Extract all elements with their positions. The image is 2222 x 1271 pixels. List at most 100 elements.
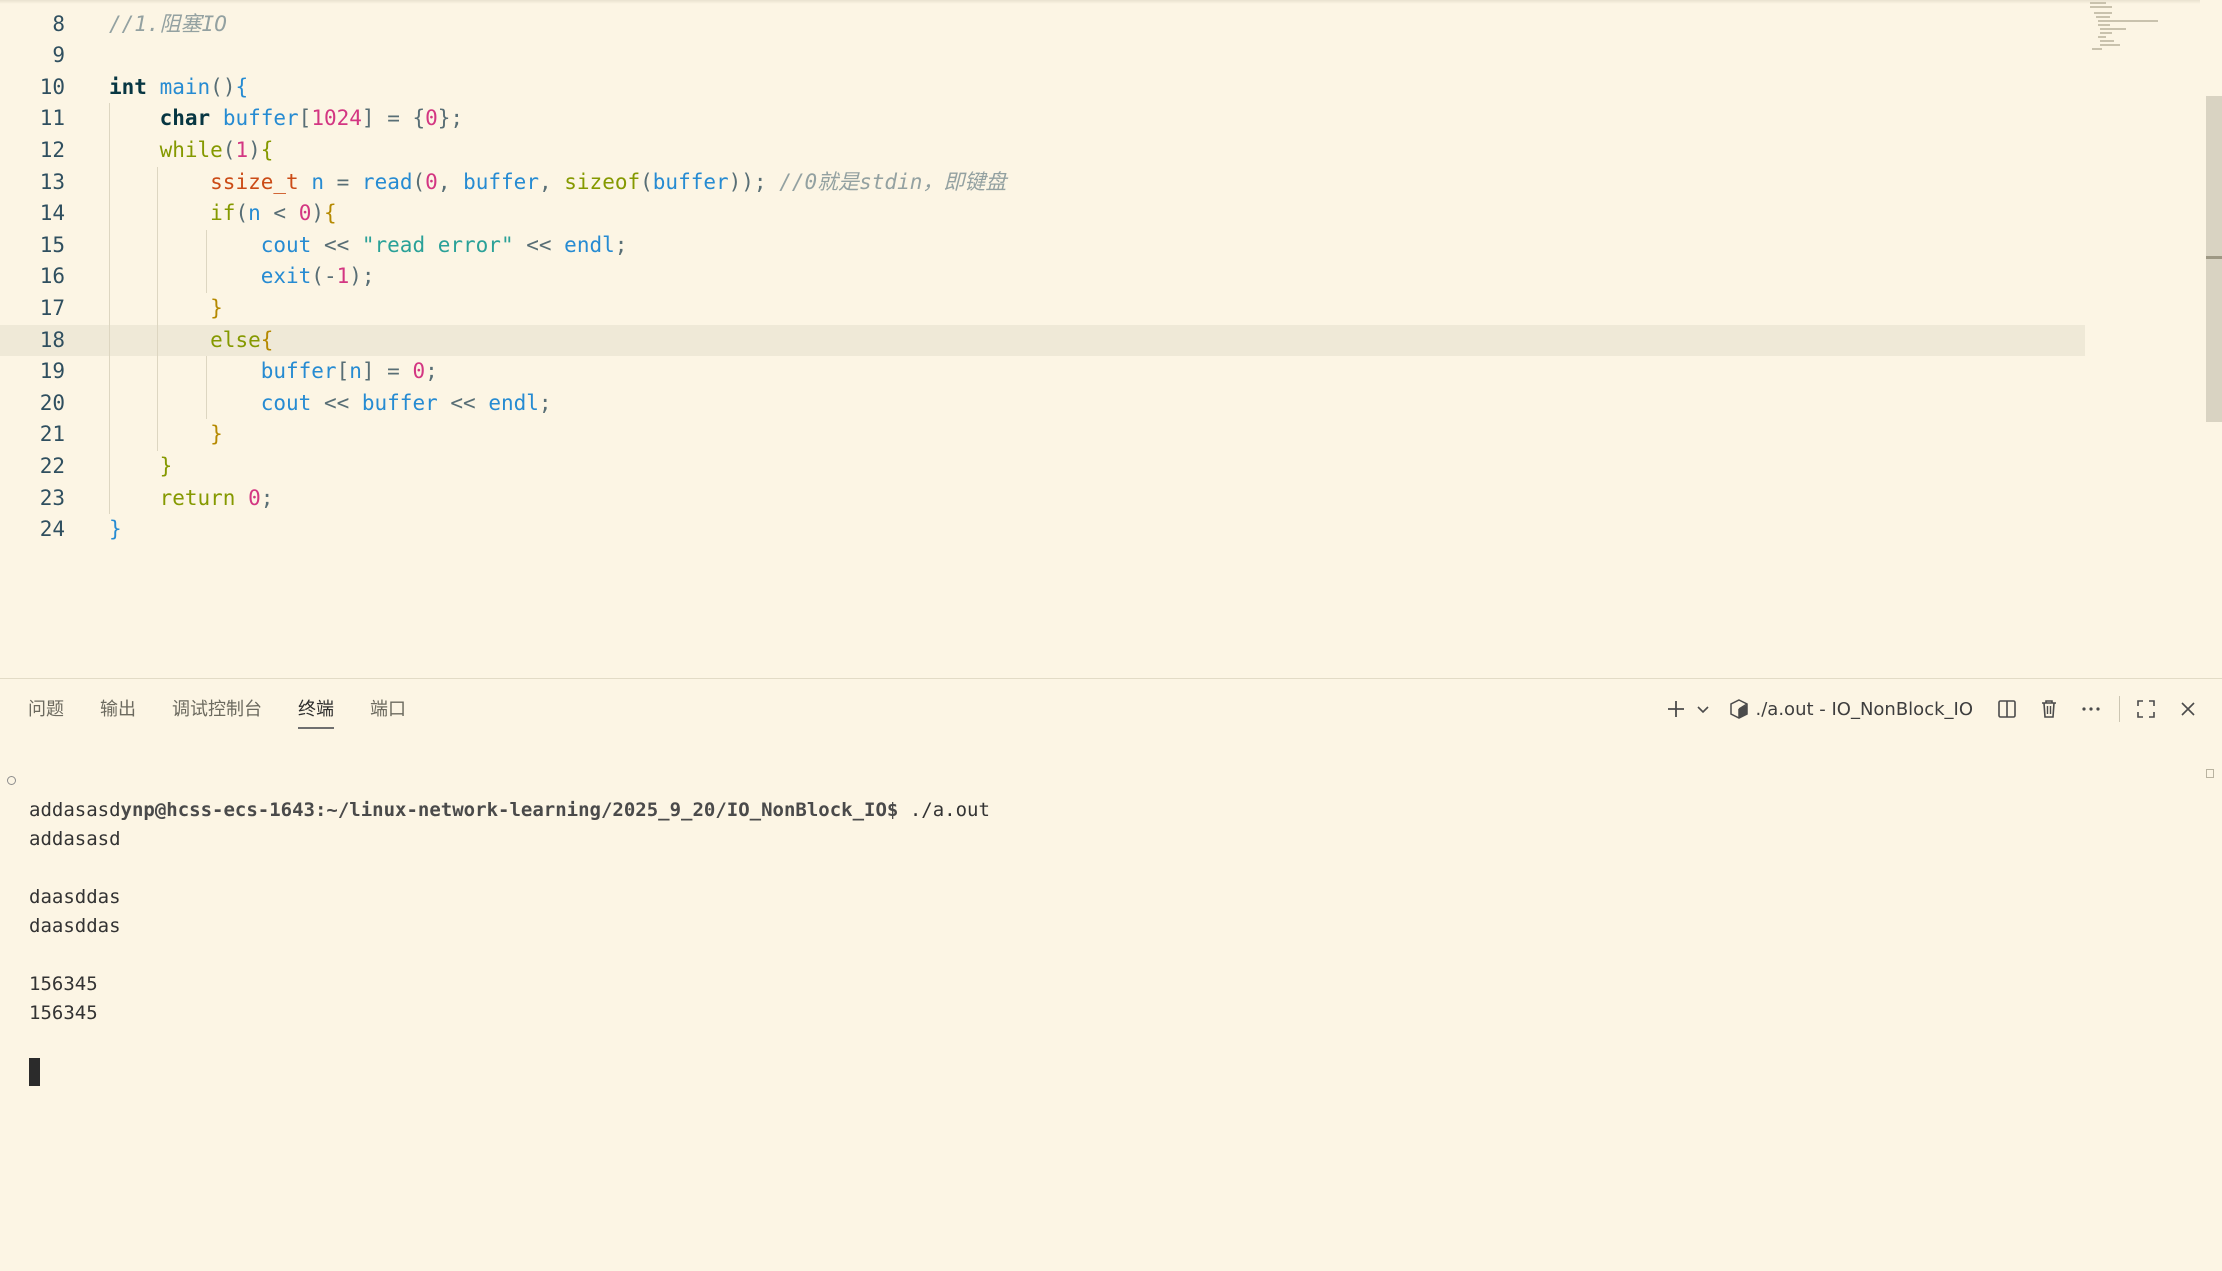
code-line[interactable]: 15 cout << "read error" << endl; bbox=[0, 230, 2085, 262]
code-line[interactable]: 7 bbox=[0, 0, 2085, 9]
terminal-instance-selector[interactable]: ./a.out - IO_NonBlock_IO bbox=[1728, 693, 1981, 725]
code-token: [ bbox=[336, 359, 350, 384]
line-code: char buffer[1024] = {0}; bbox=[109, 103, 464, 135]
minimap-line bbox=[2098, 24, 2110, 26]
terminal-scrollbar[interactable] bbox=[2206, 769, 2214, 778]
code-line[interactable]: 10 int main(){ bbox=[0, 72, 2085, 104]
code-token: 0 bbox=[412, 359, 426, 384]
code-token: ( bbox=[235, 201, 249, 226]
code-token: (- bbox=[311, 264, 337, 289]
code-token: main bbox=[159, 74, 211, 99]
line-number: 19 bbox=[39, 359, 65, 384]
panel-tab[interactable]: 问题 bbox=[28, 693, 64, 727]
code-line[interactable]: 12 while(1){ bbox=[0, 135, 2085, 167]
line-code: } bbox=[109, 293, 223, 325]
more-actions-button[interactable] bbox=[2075, 693, 2107, 725]
code-token: )); bbox=[728, 169, 780, 194]
code-token: { bbox=[324, 201, 337, 226]
code-line[interactable]: 18 else{ bbox=[0, 324, 2085, 357]
code-line[interactable]: 14 if(n < 0){ bbox=[0, 198, 2085, 230]
line-code: } bbox=[109, 419, 223, 451]
line-number: 18 bbox=[39, 327, 65, 352]
chevron-down-icon bbox=[1696, 706, 1709, 714]
editor-scrollbar[interactable] bbox=[2206, 96, 2222, 422]
code-line[interactable]: 23 return 0; bbox=[0, 483, 2085, 515]
line-code: } bbox=[109, 451, 173, 483]
code-token: < bbox=[260, 201, 299, 226]
code-token: char bbox=[159, 106, 211, 131]
minimap-line bbox=[2100, 44, 2120, 46]
code-token: //0就是stdin，即键盘 bbox=[779, 169, 1007, 194]
code-line[interactable]: 22 } bbox=[0, 451, 2085, 483]
line-number: 13 bbox=[39, 169, 65, 194]
code-token: read bbox=[361, 169, 413, 194]
code-line[interactable]: 13 ssize_t n = read(0, buffer, sizeof(bu… bbox=[0, 167, 2085, 199]
code-token: exit bbox=[260, 264, 312, 289]
kill-terminal-button[interactable] bbox=[2033, 693, 2065, 725]
close-panel-button[interactable] bbox=[2172, 693, 2204, 725]
command-decoration-icon[interactable] bbox=[7, 776, 16, 785]
code-lines[interactable]: 78//1.阻塞IO910int main(){11 char buffer[1… bbox=[0, 0, 2085, 546]
terminal-profile-dropdown[interactable] bbox=[1694, 693, 1712, 725]
code-token: n bbox=[311, 169, 324, 194]
line-code: } bbox=[109, 514, 122, 546]
code-token: 0 bbox=[425, 169, 438, 194]
line-number: 23 bbox=[39, 485, 65, 510]
code-token: ; bbox=[425, 359, 438, 384]
code-editor[interactable]: 78//1.阻塞IO910int main(){11 char buffer[1… bbox=[0, 0, 2222, 678]
code-token: if bbox=[210, 201, 236, 226]
code-line[interactable]: 9 bbox=[0, 40, 2085, 72]
code-line[interactable]: 8 //1.阻塞IO bbox=[0, 9, 2085, 41]
code-line[interactable]: 19 buffer[n] = 0; bbox=[0, 356, 2085, 388]
plus-icon bbox=[1667, 701, 1684, 717]
panel-tab[interactable]: 调试控制台 bbox=[172, 693, 262, 727]
minimap-line bbox=[2098, 36, 2106, 38]
trash-icon bbox=[2042, 700, 2056, 718]
ellipsis-icon bbox=[2082, 707, 2100, 711]
code-line[interactable]: 20 cout << buffer << endl; bbox=[0, 388, 2085, 420]
minimap-line bbox=[2098, 20, 2158, 22]
code-token: { bbox=[235, 74, 249, 99]
code-token: ( bbox=[412, 169, 426, 194]
new-terminal-button[interactable] bbox=[1660, 693, 1692, 725]
code-token: 0 bbox=[425, 106, 438, 131]
minimap[interactable] bbox=[2090, 0, 2170, 60]
line-number: 12 bbox=[39, 137, 65, 162]
line-code: cout << buffer << endl; bbox=[109, 388, 552, 420]
code-token: cout bbox=[260, 232, 312, 257]
terminal-prompt-line: ynp@hcss-ecs-1643:~/linux-network-learni… bbox=[0, 767, 2190, 821]
code-token: endl bbox=[564, 232, 615, 257]
split-terminal-button[interactable] bbox=[1991, 693, 2023, 725]
code-token: } bbox=[210, 295, 223, 320]
terminal-output-lines: addasasd addasasd daasddas daasddas 156345 15… bbox=[0, 796, 2190, 1057]
code-line[interactable]: 11 char buffer[1024] = {0}; bbox=[0, 103, 2085, 135]
maximize-panel-button[interactable] bbox=[2130, 693, 2162, 725]
code-token: } bbox=[109, 517, 122, 542]
bottom-panel: 问题 输出 调试控制台 终端 端口 ./a.out - IO_NonBlock_IO bbox=[0, 678, 2222, 1271]
code-token: ) bbox=[311, 201, 325, 226]
code-token: 1024 bbox=[311, 106, 362, 131]
panel-tab[interactable]: 终端 bbox=[298, 693, 334, 729]
code-token: << bbox=[311, 390, 362, 415]
panel-tab[interactable]: 输出 bbox=[100, 693, 136, 727]
code-token: () bbox=[210, 74, 236, 99]
terminal-output[interactable]: ynp@hcss-ecs-1643:~/linux-network-learni… bbox=[0, 767, 2190, 1267]
code-token: ( bbox=[222, 137, 236, 162]
code-token: }; bbox=[437, 106, 464, 131]
code-token: { bbox=[260, 327, 274, 352]
code-line[interactable]: 21 } bbox=[0, 419, 2085, 451]
panel-tab[interactable]: 端口 bbox=[370, 693, 406, 727]
line-number: 22 bbox=[39, 453, 65, 478]
code-line[interactable]: 24} bbox=[0, 514, 2085, 546]
code-line[interactable]: 17 } bbox=[0, 293, 2085, 325]
code-line[interactable]: 16 exit(-1); bbox=[0, 261, 2085, 293]
code-token: 0 bbox=[248, 485, 261, 510]
indent-guide bbox=[109, 103, 110, 515]
